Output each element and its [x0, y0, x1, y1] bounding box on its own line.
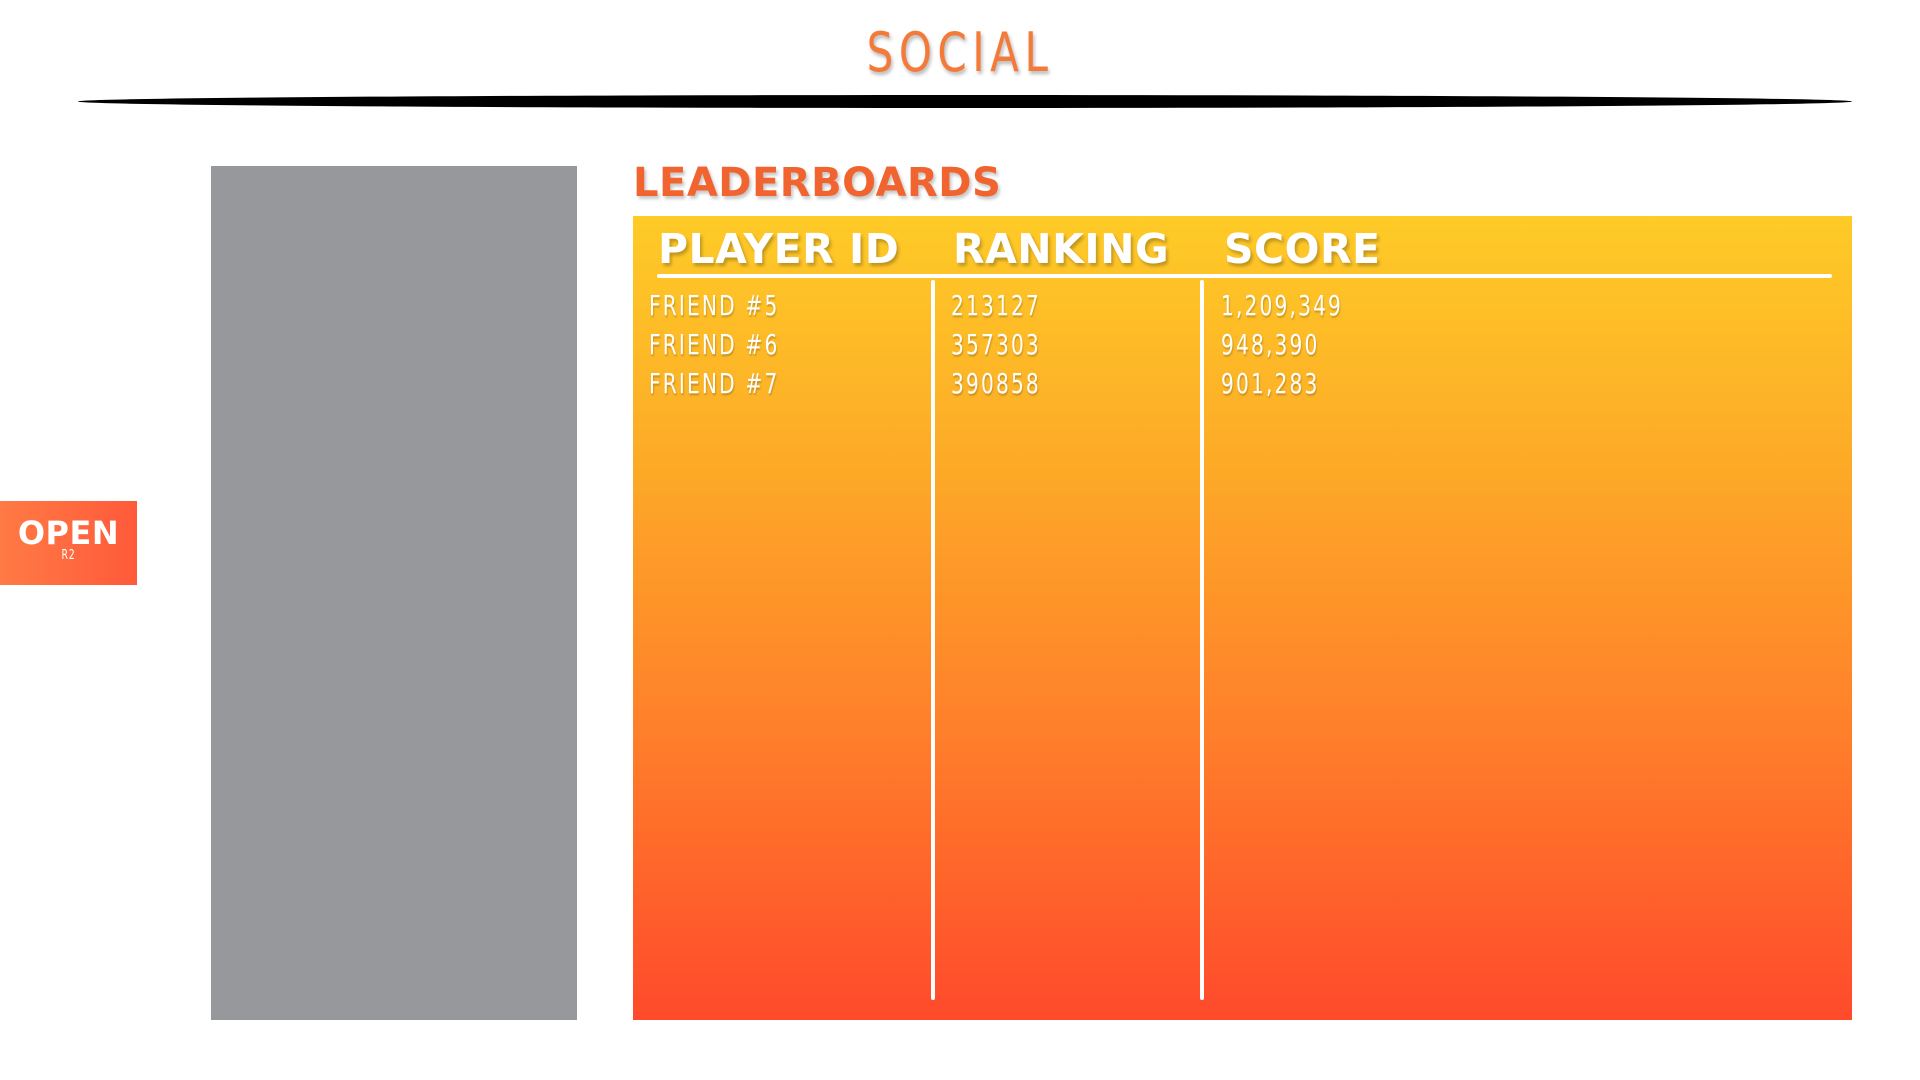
row-1-ranking: 213127	[951, 289, 1041, 322]
open-button[interactable]: OPEN R2	[0, 501, 137, 585]
row-2-player-id: FRIEND #6	[649, 328, 780, 361]
row-2-score: 948,390	[1221, 328, 1320, 361]
column-header-score: SCORE	[1224, 225, 1381, 273]
open-button-shortcut: R2	[61, 548, 76, 563]
row-1-player-id: FRIEND #5	[649, 289, 780, 322]
column-header-player-id: PLAYER ID	[658, 225, 900, 273]
leaderboards-title: LEADERBOARDS	[633, 160, 1002, 206]
column-divider-1	[931, 280, 935, 1000]
page-title: SOCIAL	[866, 21, 1054, 84]
side-panel	[211, 166, 577, 1020]
open-button-label: OPEN	[17, 514, 120, 552]
social-screen: SOCIAL OPEN R2 LEADERBOARDS PLAYER ID RA…	[0, 0, 1920, 1080]
row-2-ranking: 357303	[951, 328, 1041, 361]
row-3-ranking: 390858	[951, 367, 1041, 400]
header-underline	[657, 274, 1832, 278]
leaderboard-table: PLAYER ID RANKING SCORE FRIEND #5 213127…	[633, 216, 1852, 1020]
row-3-player-id: FRIEND #7	[649, 367, 780, 400]
column-divider-2	[1200, 280, 1204, 1000]
row-3-score: 901,283	[1221, 367, 1320, 400]
column-header-ranking: RANKING	[953, 225, 1170, 273]
header-divider	[78, 95, 1852, 108]
row-1-score: 1,209,349	[1221, 289, 1344, 322]
